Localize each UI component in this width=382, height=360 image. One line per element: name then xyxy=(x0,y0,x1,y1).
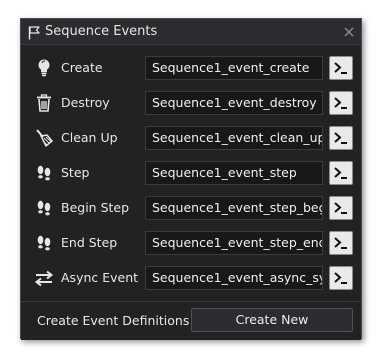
event-field-destroy[interactable]: Sequence1_event_destroy xyxy=(145,91,323,115)
terminal-icon xyxy=(334,237,347,249)
terminal-icon xyxy=(334,62,347,74)
event-row-create: Create Sequence1_event_create xyxy=(29,56,355,81)
swap-arrows-icon xyxy=(33,267,55,289)
footprints-icon xyxy=(33,197,55,219)
event-field-end-step[interactable]: Sequence1_event_step_end xyxy=(145,231,323,255)
event-label-destroy: Destroy xyxy=(61,95,110,110)
footer-bar: Create Event Definitions Create New xyxy=(21,301,361,340)
event-row-clean-up: Clean Up Sequence1_event_clean_up xyxy=(29,126,355,151)
title-bar: Sequence Events xyxy=(21,19,361,45)
event-row-end-step: End Step Sequence1_event_step_end xyxy=(29,231,355,256)
open-code-button-async-event[interactable] xyxy=(329,266,353,290)
terminal-icon xyxy=(334,272,347,284)
event-field-step[interactable]: Sequence1_event_step xyxy=(145,161,323,185)
open-code-button-end-step[interactable] xyxy=(329,231,353,255)
footprints-icon xyxy=(33,232,55,254)
broom-icon xyxy=(33,127,55,149)
create-new-button[interactable]: Create New xyxy=(191,308,353,332)
terminal-icon xyxy=(334,97,347,109)
event-label-end-step: End Step xyxy=(61,235,118,250)
event-field-create[interactable]: Sequence1_event_create xyxy=(145,56,323,80)
event-field-async-event[interactable]: Sequence1_event_async_syste xyxy=(145,266,323,290)
footprints-icon xyxy=(33,162,55,184)
terminal-icon xyxy=(334,167,347,179)
event-row-async-event: Async Event Sequence1_event_async_syste xyxy=(29,266,355,291)
event-label-async-event: Async Event xyxy=(61,270,139,285)
event-row-step: Step Sequence1_event_step xyxy=(29,161,355,186)
event-label-step: Step xyxy=(61,165,90,180)
flag-icon xyxy=(28,25,40,40)
open-code-button-create[interactable] xyxy=(329,56,353,80)
window-title: Sequence Events xyxy=(45,24,158,39)
open-code-button-begin-step[interactable] xyxy=(329,196,353,220)
event-row-destroy: Destroy Sequence1_event_destroy xyxy=(29,91,355,116)
create-event-definitions-label: Create Event Definitions xyxy=(37,313,190,328)
close-icon[interactable] xyxy=(342,24,356,38)
lightbulb-icon xyxy=(33,57,55,79)
open-code-button-destroy[interactable] xyxy=(329,91,353,115)
trash-icon xyxy=(33,92,55,114)
terminal-icon xyxy=(334,132,347,144)
terminal-icon xyxy=(334,202,347,214)
event-field-begin-step[interactable]: Sequence1_event_step_begin xyxy=(145,196,323,220)
open-code-button-step[interactable] xyxy=(329,161,353,185)
event-label-clean-up: Clean Up xyxy=(61,130,118,145)
event-field-clean-up[interactable]: Sequence1_event_clean_up xyxy=(145,126,323,150)
event-label-begin-step: Begin Step xyxy=(61,200,130,215)
event-label-create: Create xyxy=(61,60,103,75)
sequence-events-window: Sequence Events Create Sequence1_event_c… xyxy=(20,18,362,340)
open-code-button-clean-up[interactable] xyxy=(329,126,353,150)
event-row-begin-step: Begin Step Sequence1_event_step_begin xyxy=(29,196,355,221)
